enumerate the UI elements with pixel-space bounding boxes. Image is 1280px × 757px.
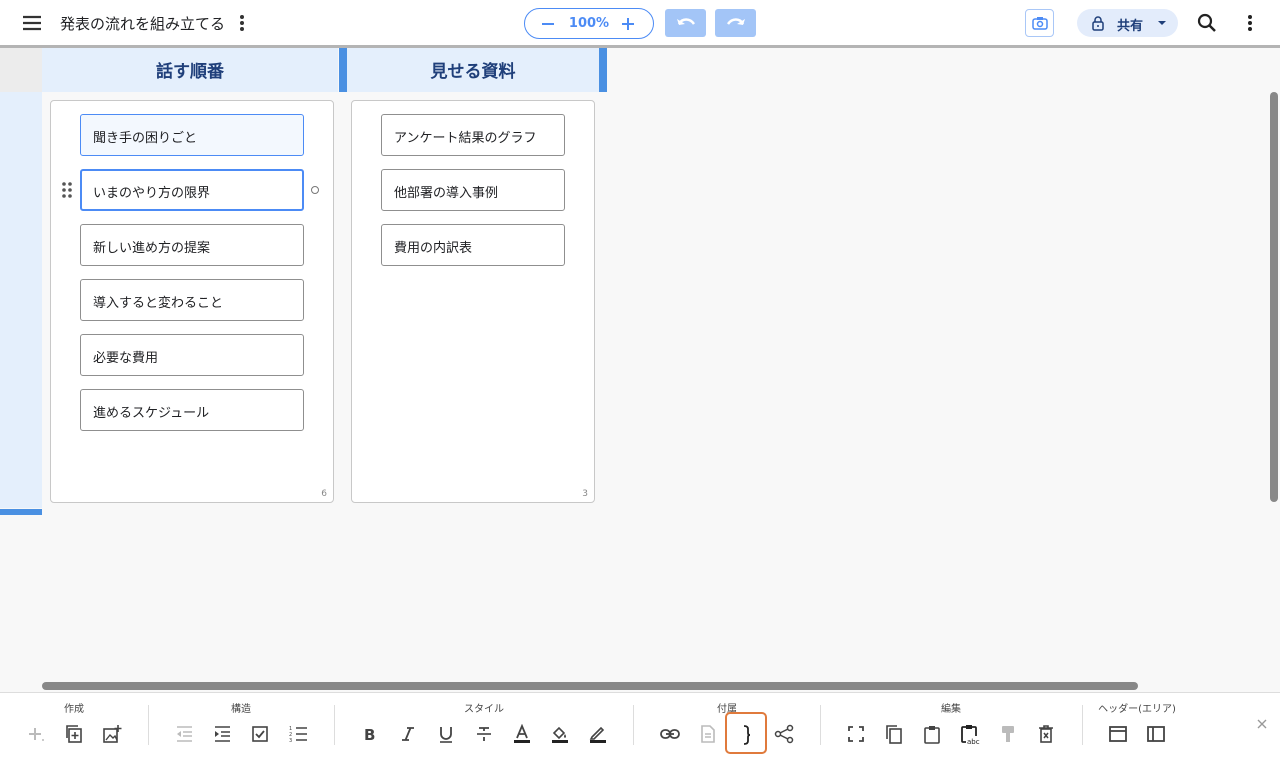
row-header-toggle-icon[interactable] bbox=[1104, 720, 1132, 748]
group-label-header-area: ヘッダー(エリア) bbox=[1098, 704, 1176, 715]
checkbox-icon[interactable] bbox=[246, 720, 274, 748]
svg-text:B: B bbox=[364, 726, 375, 744]
redo-button[interactable] bbox=[715, 9, 756, 37]
toolbar-separator bbox=[633, 705, 634, 745]
horizontal-scrollbar[interactable] bbox=[42, 682, 1138, 690]
column-header-toggle-icon[interactable] bbox=[1142, 720, 1170, 748]
toolbar-separator bbox=[820, 705, 821, 745]
card[interactable]: 新しい進め方の提案 bbox=[80, 224, 304, 266]
brace-icon[interactable] bbox=[725, 712, 767, 754]
column-resize-handle[interactable] bbox=[599, 48, 607, 92]
zoom-in-button[interactable] bbox=[617, 13, 639, 35]
bold-icon[interactable]: B bbox=[356, 720, 384, 748]
board-canvas[interactable]: 話す順番 見せる資料 6 3 聞き手の困りごと いまのやり方の限界 新しい進め方… bbox=[0, 48, 1280, 692]
toolbar-separator bbox=[334, 705, 335, 745]
card-count: 3 bbox=[582, 489, 588, 499]
screenshot-button[interactable] bbox=[1025, 9, 1054, 37]
area-cell-materials[interactable]: 3 bbox=[351, 100, 595, 503]
search-icon[interactable] bbox=[1196, 12, 1218, 34]
top-bar: 発表の流れを組み立てる 100% 共有 bbox=[0, 0, 1280, 48]
zoom-out-button[interactable] bbox=[537, 13, 559, 35]
connector-icon[interactable] bbox=[770, 720, 798, 748]
toolbar-separator bbox=[1082, 705, 1083, 745]
card-count: 6 bbox=[321, 489, 327, 499]
select-area-icon[interactable] bbox=[842, 720, 870, 748]
strikethrough-icon[interactable] bbox=[470, 720, 498, 748]
share-button[interactable]: 共有 bbox=[1077, 9, 1178, 37]
format-painter-icon[interactable] bbox=[994, 720, 1022, 748]
numbered-list-icon[interactable]: 123 bbox=[284, 720, 312, 748]
card[interactable]: 聞き手の困りごと bbox=[80, 114, 304, 156]
group-label-structure: 構造 bbox=[231, 704, 251, 715]
add-card-icon[interactable] bbox=[60, 720, 88, 748]
delete-icon[interactable] bbox=[1032, 720, 1060, 748]
lock-icon bbox=[1092, 16, 1104, 31]
indent-icon[interactable] bbox=[208, 720, 236, 748]
card[interactable]: 費用の内訳表 bbox=[381, 224, 565, 266]
camera-icon bbox=[1031, 17, 1048, 30]
fill-color-icon[interactable] bbox=[546, 720, 574, 748]
add-item-icon[interactable] bbox=[22, 720, 50, 748]
share-label: 共有 bbox=[1117, 19, 1144, 34]
row-header[interactable] bbox=[0, 92, 42, 508]
menu-icon[interactable] bbox=[20, 11, 44, 35]
italic-icon[interactable] bbox=[394, 720, 422, 748]
column-header-materials[interactable]: 見せる資料 bbox=[347, 48, 599, 92]
toolbar-separator bbox=[148, 705, 149, 745]
link-icon[interactable] bbox=[656, 720, 684, 748]
text-color-icon[interactable] bbox=[508, 720, 536, 748]
close-icon[interactable] bbox=[1255, 717, 1269, 731]
row-resize-handle[interactable] bbox=[0, 509, 42, 515]
more-options-icon[interactable] bbox=[1240, 12, 1260, 34]
zoom-level[interactable]: 100% bbox=[563, 16, 615, 31]
zoom-control: 100% bbox=[524, 8, 654, 39]
column-resize-handle[interactable] bbox=[339, 48, 347, 92]
card[interactable]: 進めるスケジュール bbox=[80, 389, 304, 431]
paste-icon[interactable] bbox=[918, 720, 946, 748]
undo-button[interactable] bbox=[665, 9, 706, 37]
card[interactable]: 必要な費用 bbox=[80, 334, 304, 376]
column-header-order[interactable]: 話す順番 bbox=[42, 48, 338, 92]
note-icon[interactable] bbox=[694, 720, 722, 748]
group-label-edit: 編集 bbox=[941, 704, 961, 715]
document-title[interactable]: 発表の流れを組み立てる bbox=[60, 13, 225, 34]
caret-down-icon bbox=[1158, 21, 1166, 25]
border-color-icon[interactable] bbox=[584, 720, 612, 748]
svg-text:abc: abc bbox=[967, 738, 980, 746]
vertical-scrollbar[interactable] bbox=[1270, 92, 1278, 502]
title-more-icon[interactable] bbox=[232, 12, 252, 34]
undo-icon bbox=[676, 18, 695, 25]
copy-icon[interactable] bbox=[880, 720, 908, 748]
drag-handle-icon[interactable] bbox=[61, 181, 73, 199]
corner-cell bbox=[0, 48, 42, 92]
redo-icon bbox=[726, 18, 745, 25]
group-label-create: 作成 bbox=[64, 704, 84, 715]
underline-icon[interactable] bbox=[432, 720, 460, 748]
card[interactable]: アンケート結果のグラフ bbox=[381, 114, 565, 156]
paste-text-icon[interactable]: abc bbox=[956, 720, 984, 748]
add-image-icon[interactable] bbox=[98, 720, 126, 748]
connector-handle[interactable] bbox=[311, 186, 319, 194]
outdent-icon[interactable] bbox=[170, 720, 198, 748]
svg-text:3: 3 bbox=[289, 738, 292, 744]
bottom-toolbar: 作成 構造 スタイル 付属 編集 ヘッダー(エリア) 123 B abc bbox=[0, 692, 1280, 757]
group-label-style: スタイル bbox=[464, 704, 504, 715]
card[interactable]: 導入すると変わること bbox=[80, 279, 304, 321]
card[interactable]: 他部署の導入事例 bbox=[381, 169, 565, 211]
card[interactable]: いまのやり方の限界 bbox=[80, 169, 304, 211]
